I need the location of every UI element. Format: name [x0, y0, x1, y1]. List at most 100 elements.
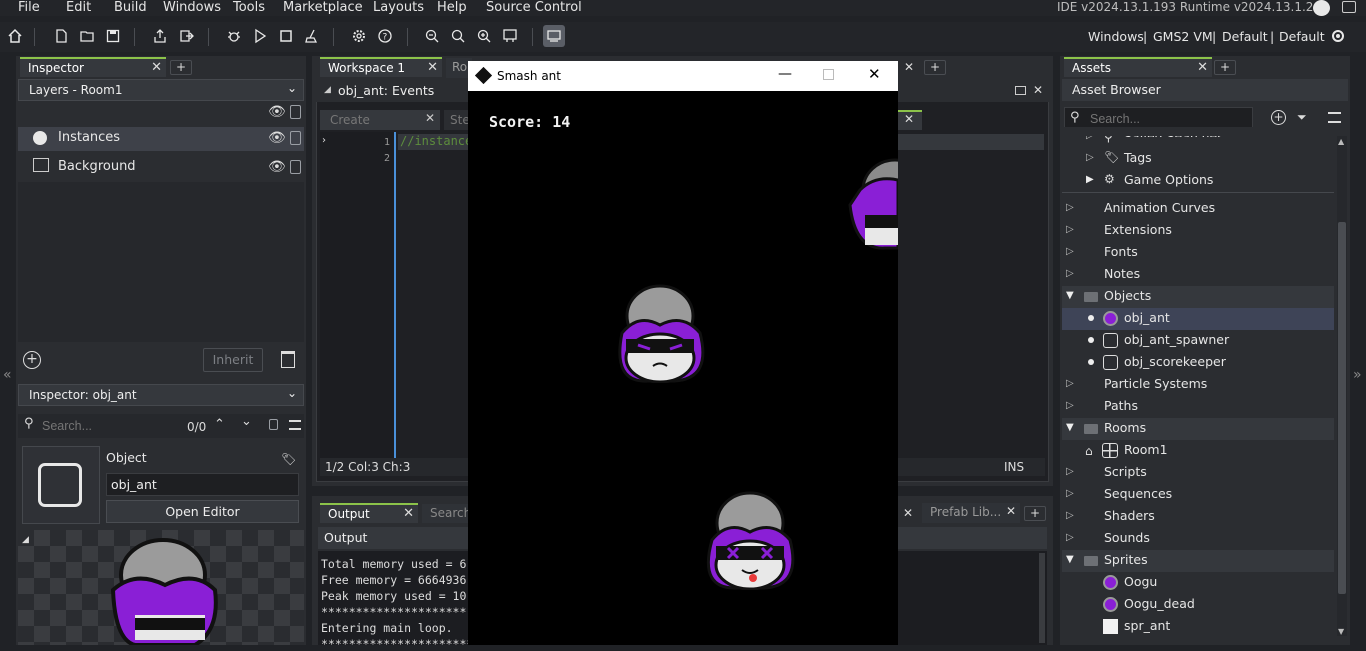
folder-scripts[interactable]: Scripts — [1104, 461, 1147, 483]
menu-file[interactable]: File — [18, 0, 40, 15]
expand-arrow-icon[interactable]: ▷ — [1066, 505, 1074, 527]
clean-icon[interactable] — [301, 25, 323, 47]
close-icon[interactable]: ✕ — [904, 112, 914, 126]
asset-obj-scorekeeper[interactable]: obj_scorekeeper — [1124, 351, 1226, 373]
trash-icon[interactable] — [281, 351, 295, 368]
menu-layouts[interactable]: Layouts — [373, 0, 424, 15]
target-platform[interactable]: Windows — [1088, 29, 1144, 44]
new-file-icon[interactable] — [50, 25, 72, 47]
zoom-out-icon[interactable] — [421, 25, 443, 47]
menu-tools[interactable]: Tools — [233, 0, 265, 15]
layers-dropdown[interactable]: Layers - Room1 ⌄ — [18, 79, 304, 101]
target-config[interactable]: Default — [1222, 29, 1268, 44]
game-window-icon[interactable] — [499, 25, 521, 47]
folder-objects-row[interactable] — [1062, 286, 1334, 308]
folder-extensions[interactable]: Extensions — [1104, 219, 1172, 241]
tab-prefab-library[interactable]: Prefab Lib... ✕ — [922, 503, 1020, 523]
home-icon[interactable] — [4, 25, 26, 47]
lock-icon[interactable] — [290, 160, 301, 174]
export-icon[interactable] — [149, 25, 171, 47]
expand-arrow-icon[interactable]: ▷ — [1066, 527, 1074, 549]
close-icon[interactable]: ✕ — [427, 60, 438, 75]
expand-arrow-icon[interactable]: ▷ — [1066, 483, 1074, 505]
ant-character[interactable] — [608, 283, 712, 383]
close-icon[interactable]: ✕ — [403, 506, 414, 521]
save-icon[interactable] — [102, 25, 124, 47]
debug-icon[interactable] — [223, 25, 245, 47]
zoom-reset-icon[interactable] — [447, 25, 469, 47]
target-settings-icon[interactable] — [1327, 25, 1349, 47]
expand-arrow-icon[interactable]: ▷ — [1066, 395, 1074, 417]
tab-search[interactable]: Search — [422, 504, 471, 523]
open-editor-button[interactable]: Open Editor — [106, 500, 299, 523]
inherit-button[interactable]: Inherit — [203, 348, 263, 372]
chevron-down-icon[interactable]: ⌄ — [241, 414, 252, 429]
event-tab-active[interactable]: ✕ — [898, 110, 922, 130]
expand-arrow-icon[interactable]: ▷ — [1066, 373, 1074, 395]
help-icon[interactable]: ? — [374, 25, 396, 47]
folder-shaders[interactable]: Shaders — [1104, 505, 1155, 527]
expand-arrow-icon[interactable]: ▷ — [1066, 197, 1074, 219]
code-comment[interactable]: //instance — [400, 134, 472, 148]
folder-notes[interactable]: Notes — [1104, 263, 1140, 285]
expand-arrow-icon[interactable]: ▷ — [1086, 152, 1094, 163]
tags-item[interactable]: Tags — [1124, 147, 1152, 169]
folder-rooms[interactable]: Rooms — [1104, 417, 1146, 439]
inspector-object-dropdown[interactable]: Inspector: obj_ant ⌄ — [18, 384, 304, 406]
collapse-right-icon[interactable]: » — [1353, 367, 1362, 383]
asset-room1[interactable]: Room1 — [1124, 439, 1168, 461]
tab-output[interactable]: Output ✕ — [320, 503, 418, 523]
device-icon[interactable] — [543, 25, 565, 47]
lock-icon[interactable] — [290, 131, 301, 145]
asset-oogu[interactable]: Oogu — [1124, 571, 1157, 593]
add-asset-icon[interactable]: + — [1271, 110, 1286, 125]
dead-ant-character[interactable] — [698, 490, 802, 590]
fold-arrow-icon[interactable]: › — [322, 135, 326, 146]
collapse-left-icon[interactable]: « — [3, 367, 12, 383]
scroll-up-icon[interactable]: ▲ — [1338, 137, 1344, 146]
folder-sounds[interactable]: Sounds — [1104, 527, 1150, 549]
folder-sprites[interactable]: Sprites — [1104, 549, 1148, 571]
user-avatar-icon[interactable] — [1313, 0, 1330, 16]
asset-oogu-dead[interactable]: Oogu_dead — [1124, 593, 1195, 615]
tab-create-event[interactable]: Create ✕ — [320, 110, 440, 130]
asset-obj-ant[interactable]: obj_ant — [1124, 307, 1170, 329]
settings-icon[interactable] — [348, 25, 370, 47]
expand-arrow-icon[interactable]: ▶ — [1086, 174, 1094, 185]
folder-rooms-row[interactable] — [1062, 418, 1334, 440]
close-icon[interactable]: ✕ — [1033, 83, 1043, 97]
stop-icon[interactable] — [275, 25, 297, 47]
close-icon[interactable]: ✕ — [425, 111, 435, 125]
collapse-arrow-icon[interactable]: ◢ — [324, 85, 331, 95]
close-icon[interactable]: ✕ — [904, 60, 914, 74]
collapse-arrow-icon[interactable]: ▼ — [1066, 285, 1074, 307]
add-tab-button[interactable]: + — [1214, 60, 1236, 75]
collapse-arrow-icon[interactable]: ◢ — [22, 535, 29, 545]
target-config-2[interactable]: Default — [1279, 29, 1325, 44]
menu-icon[interactable] — [1328, 112, 1341, 123]
close-icon[interactable]: ✕ — [868, 65, 881, 83]
menu-build[interactable]: Build — [114, 0, 147, 15]
close-icon[interactable]: ✕ — [151, 60, 162, 75]
chevron-up-icon[interactable]: ⌃ — [214, 417, 225, 432]
menu-windows[interactable]: Windows — [163, 0, 221, 15]
asset-scrollbar-thumb[interactable] — [1338, 222, 1346, 594]
maximize-icon[interactable] — [823, 69, 834, 80]
folder-objects[interactable]: Objects — [1104, 285, 1151, 307]
run-icon[interactable] — [249, 25, 271, 47]
eye-icon[interactable]: 👁 — [268, 104, 286, 120]
menu-icon[interactable] — [289, 420, 301, 430]
tag-icon[interactable]: 🏷 — [281, 452, 296, 466]
tab-step-event[interactable]: Ste — [444, 110, 470, 130]
expand-arrow-icon[interactable]: ▷ — [1066, 241, 1074, 263]
folder-sequences[interactable]: Sequences — [1104, 483, 1172, 505]
menu-marketplace[interactable]: Marketplace — [283, 0, 363, 15]
target-vm[interactable]: GMS2 VM — [1153, 29, 1213, 44]
expand-arrow-icon[interactable]: ▷ — [1066, 263, 1074, 285]
tab-workspace[interactable]: Workspace 1 ✕ — [320, 57, 442, 77]
add-layer-icon[interactable]: + — [23, 351, 41, 369]
close-icon[interactable]: ✕ — [903, 506, 913, 520]
output-scrollbar[interactable] — [1039, 553, 1045, 643]
folder-animation-curves[interactable]: Animation Curves — [1104, 197, 1215, 219]
chat-icon[interactable] — [1342, 1, 1356, 13]
